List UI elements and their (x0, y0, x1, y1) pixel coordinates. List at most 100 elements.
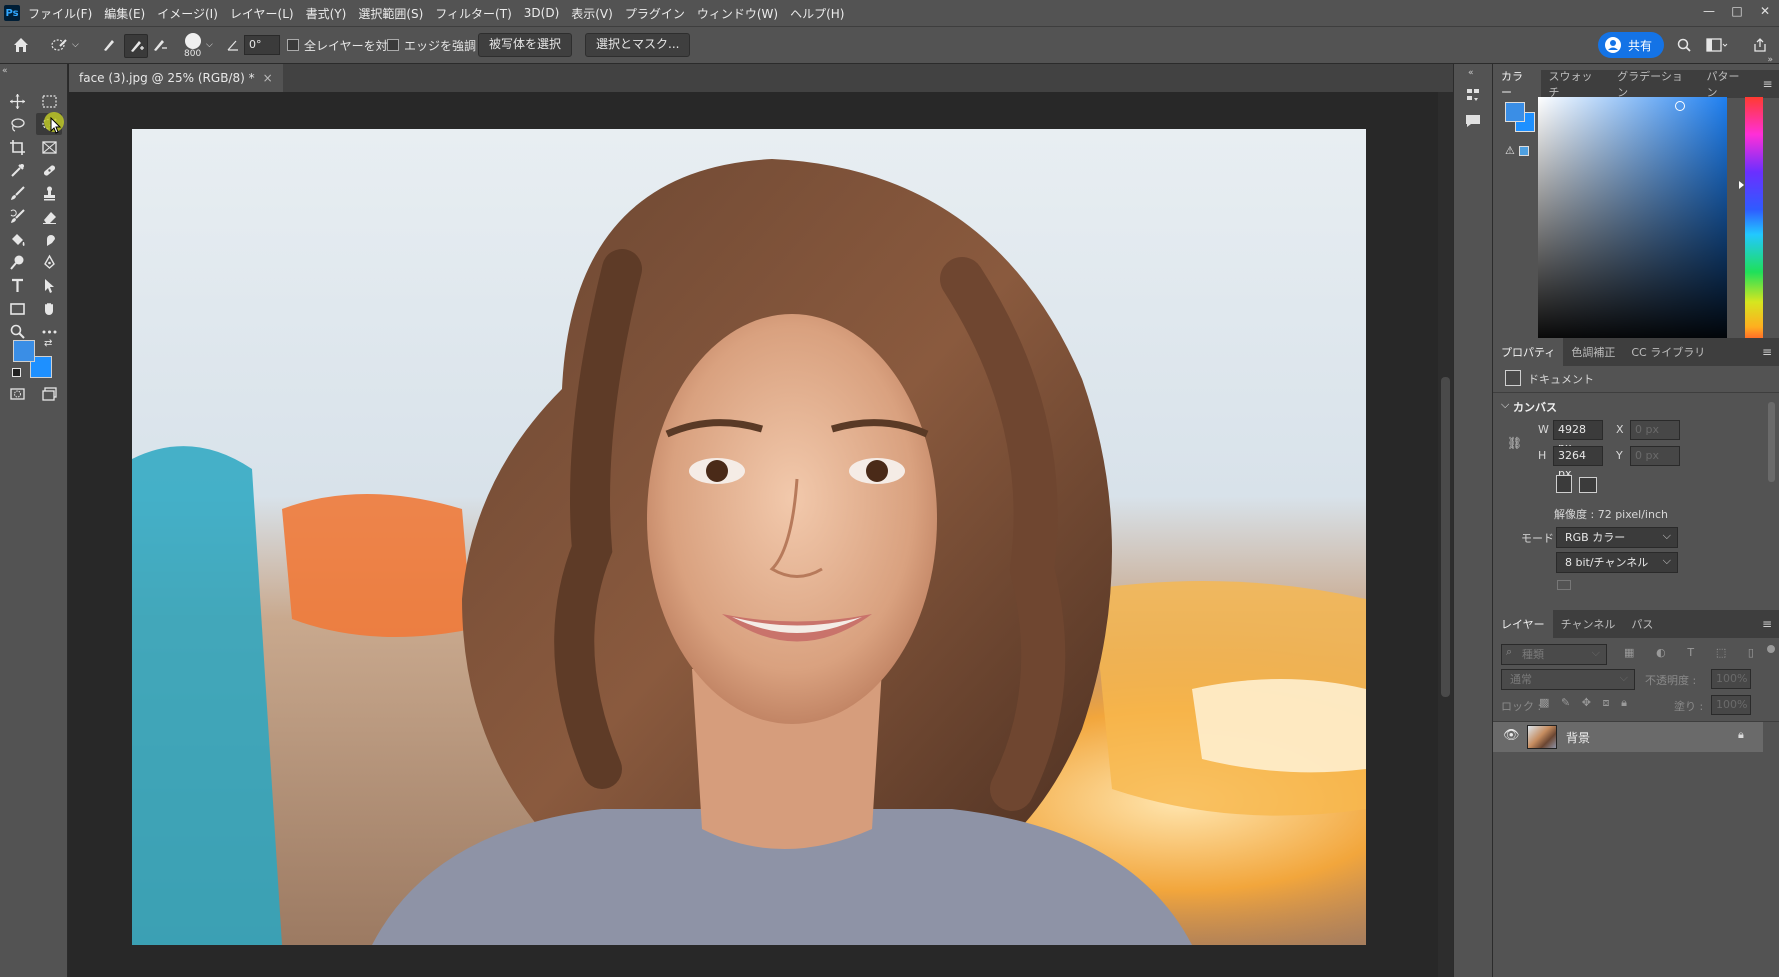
color-panel-foreground[interactable] (1505, 102, 1525, 122)
adjustment-filter-icon[interactable]: ◐ (1656, 646, 1666, 662)
width-input[interactable]: 4928 px (1553, 420, 1603, 454)
tab-swatches[interactable]: スウォッチ (1541, 70, 1610, 99)
filter-toggle-icon[interactable] (1767, 645, 1775, 653)
panel-menu-icon[interactable]: ≡ (1756, 70, 1779, 98)
artboard-lock-icon[interactable]: ⧈ (1603, 696, 1610, 712)
screen-mode-button[interactable] (36, 382, 62, 404)
crop-tool[interactable] (4, 136, 30, 158)
brush-size-picker[interactable]: 800 (184, 29, 201, 63)
x-input[interactable]: 0 px (1630, 420, 1680, 440)
menu-view[interactable]: 表示(V) (571, 5, 613, 22)
history-brush-tool[interactable] (4, 205, 30, 227)
chevron-down-icon[interactable]: ⌵ (206, 34, 213, 56)
menu-window[interactable]: ウィンドウ(W) (697, 5, 778, 22)
visibility-eye-icon[interactable]: 👁︎ (1503, 728, 1520, 743)
canvas-image[interactable] (132, 129, 1366, 945)
tab-adjustments[interactable]: 色調補正 (1563, 338, 1623, 366)
maximize-button[interactable]: □ (1723, 0, 1751, 22)
smudge-tool[interactable] (36, 228, 62, 250)
path-selection-tool[interactable] (36, 274, 62, 296)
search-button[interactable] (1676, 34, 1692, 56)
tab-properties[interactable]: プロパティ (1493, 338, 1564, 366)
properties-scrollbar[interactable] (1767, 396, 1777, 596)
landscape-orientation-icon[interactable] (1579, 477, 1597, 493)
menu-image[interactable]: イメージ(I) (157, 5, 218, 22)
menu-edit[interactable]: 編集(E) (104, 5, 145, 22)
chevron-down-icon[interactable]: ⌵ (1501, 398, 1509, 412)
healing-brush-tool[interactable] (36, 159, 62, 181)
history-panel-button[interactable] (1464, 86, 1482, 107)
swap-colors-icon[interactable]: ⇄ (44, 338, 52, 349)
select-and-mask-button[interactable]: 選択とマスク... (585, 33, 691, 57)
web-color-swatch[interactable] (1519, 146, 1529, 156)
workspace-button[interactable] (1706, 34, 1728, 56)
paint-bucket-tool[interactable] (4, 228, 30, 250)
shape-filter-icon[interactable]: ⬚ (1716, 646, 1726, 662)
vertical-scrollbar[interactable] (1438, 92, 1453, 977)
menu-filter[interactable]: フィルター(T) (435, 5, 511, 22)
rectangle-tool[interactable] (4, 297, 30, 319)
collapse-icon[interactable]: « (2, 66, 8, 76)
tab-cc-libraries[interactable]: CC ライブラリ (1623, 338, 1713, 366)
fill-input[interactable]: 100% (1711, 695, 1751, 715)
new-selection-button[interactable] (100, 34, 118, 56)
gamut-warning-icon[interactable]: ⚠ (1505, 144, 1515, 157)
document-tab[interactable]: face (3).jpg @ 25% (RGB/8) * × (69, 64, 283, 92)
home-button[interactable] (12, 34, 30, 56)
enhance-edge-checkbox[interactable]: エッジを強調 (387, 34, 476, 56)
blend-mode-select[interactable]: 通常 (1501, 668, 1635, 690)
height-input[interactable]: 3264 px (1553, 446, 1603, 480)
bit-depth-select[interactable]: 8 bit/チャンネル (1556, 551, 1678, 573)
zoom-tool[interactable] (4, 320, 30, 342)
menu-layer[interactable]: レイヤー(L) (230, 5, 294, 22)
tab-paths[interactable]: パス (1623, 610, 1661, 638)
tab-layers[interactable]: レイヤー (1493, 610, 1553, 638)
layer-lock-icon[interactable]: 🔒︎ (1738, 728, 1744, 742)
move-tool[interactable] (4, 90, 30, 112)
brush-tool[interactable] (4, 182, 30, 204)
tab-color[interactable]: カラー (1493, 70, 1541, 99)
portrait-orientation-icon[interactable] (1556, 475, 1572, 493)
menu-file[interactable]: ファイル(F) (28, 5, 92, 22)
lock-transparent-icon[interactable]: ▩ (1539, 696, 1549, 712)
quick-mask-button[interactable] (4, 382, 30, 404)
color-mode-select[interactable]: RGB カラー (1556, 526, 1678, 548)
eyedropper-tool[interactable] (4, 159, 30, 181)
tool-preset-picker[interactable]: ⌵ (50, 34, 79, 56)
dodge-tool[interactable] (4, 251, 30, 273)
select-subject-button[interactable]: 被写体を選択 (478, 33, 573, 57)
panel-menu-icon[interactable]: ≡ (1755, 610, 1779, 638)
tab-gradients[interactable]: グラデーション (1609, 70, 1698, 99)
menu-select[interactable]: 選択範囲(S) (358, 5, 423, 22)
lock-pixels-icon[interactable]: ✎ (1561, 696, 1570, 712)
share-button[interactable]: 共有 (1598, 32, 1665, 58)
type-filter-icon[interactable]: T (1687, 646, 1694, 662)
panel-menu-icon[interactable]: ≡ (1755, 338, 1779, 366)
hand-tool[interactable] (36, 297, 62, 319)
menu-help[interactable]: ヘルプ(H) (790, 5, 844, 22)
hue-slider-handle[interactable] (1739, 181, 1744, 189)
collapse-icon[interactable]: « (1468, 68, 1474, 78)
smart-object-filter-icon[interactable]: ▯ (1748, 646, 1754, 662)
clone-stamp-tool[interactable] (36, 182, 62, 204)
menu-type[interactable]: 書式(Y) (306, 5, 347, 22)
eraser-tool[interactable] (36, 205, 62, 227)
layer-row[interactable]: 👁︎ 背景 🔒︎ (1493, 722, 1763, 752)
scrollbar-thumb[interactable] (1768, 402, 1775, 482)
scrollbar-thumb[interactable] (1441, 377, 1450, 697)
opacity-input[interactable]: 100% (1711, 669, 1751, 689)
pen-tool[interactable] (36, 251, 62, 273)
y-input[interactable]: 0 px (1630, 446, 1680, 466)
export-button[interactable] (1752, 34, 1768, 56)
color-picker-field[interactable] (1538, 97, 1727, 347)
link-icon[interactable]: ⛓ (1507, 436, 1522, 450)
type-tool[interactable] (4, 274, 30, 296)
marquee-tool[interactable] (36, 90, 62, 112)
menu-plugins[interactable]: プラグイン (625, 5, 685, 22)
add-to-selection-button[interactable] (124, 34, 148, 58)
menu-3d[interactable]: 3D(D) (524, 6, 559, 20)
tab-channels[interactable]: チャンネル (1553, 610, 1624, 638)
layer-name[interactable]: 背景 (1566, 729, 1590, 746)
lock-position-icon[interactable]: ✥ (1582, 696, 1591, 712)
angle-input[interactable]: 0° (244, 35, 280, 55)
